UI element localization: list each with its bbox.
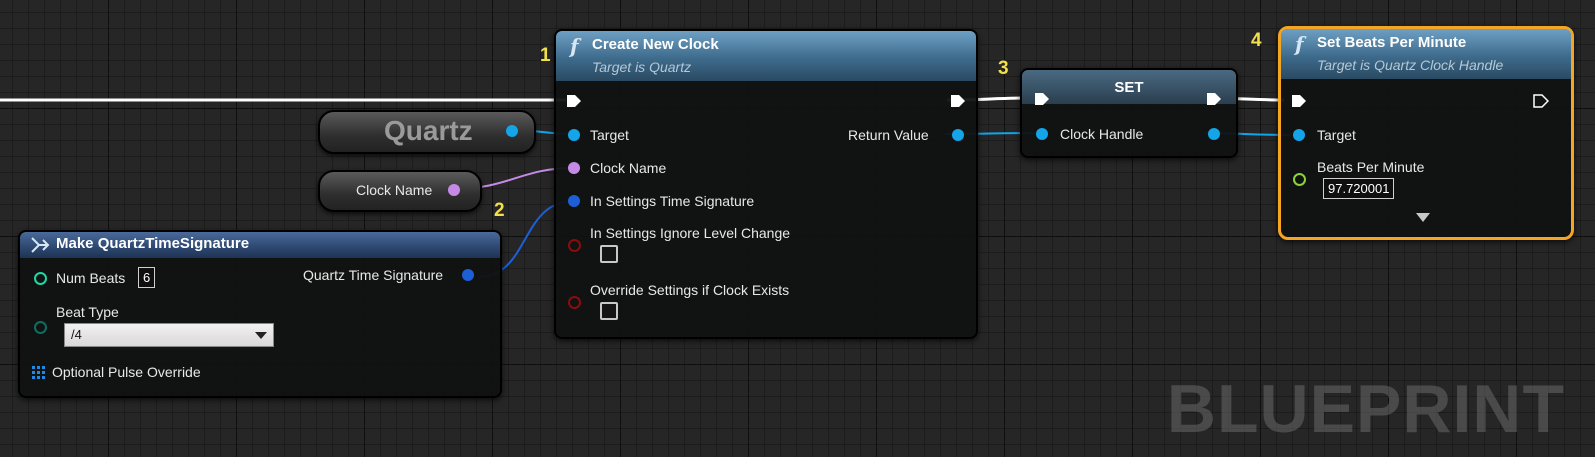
override-settings-checkbox[interactable]: [600, 302, 618, 320]
function-icon: f: [570, 34, 579, 58]
array-grid-icon[interactable]: [32, 366, 46, 380]
chevron-down-icon: [255, 332, 267, 339]
beat-type-dropdown[interactable]: /4: [64, 323, 274, 347]
clock-name-output-pin[interactable]: [448, 184, 460, 196]
node-header: SET: [1022, 70, 1236, 104]
quartz-output-pin[interactable]: [506, 125, 518, 137]
bpm-label: Beats Per Minute: [1317, 159, 1425, 175]
override-settings-pin[interactable]: [568, 296, 581, 309]
node-header: f Set Beats Per Minute Target is Quartz …: [1281, 29, 1571, 79]
clock-name-label: Clock Name: [590, 160, 667, 176]
beat-type-pin[interactable]: [34, 321, 47, 334]
clock-handle-input-pin[interactable]: [1036, 128, 1048, 140]
pulse-override-label: Optional Pulse Override: [52, 364, 201, 380]
create-new-clock-node[interactable]: f Create New Clock Target is Quartz Targ…: [554, 29, 978, 339]
step-number-3: 3: [998, 58, 1009, 79]
step-number-2: 2: [494, 200, 505, 221]
num-beats-pin[interactable]: [34, 272, 47, 285]
beat-type-selected-value: /4: [71, 327, 82, 342]
num-beats-label: Num Beats: [56, 270, 126, 286]
node-title: Create New Clock: [592, 36, 719, 53]
return-value-label: Return Value: [848, 127, 929, 143]
clock-handle-output-pin[interactable]: [1208, 128, 1220, 140]
node-title: SET: [1114, 79, 1144, 96]
clock-handle-label: Clock Handle: [1060, 126, 1144, 142]
node-header: Make QuartzTimeSignature: [20, 232, 500, 258]
clock-name-reference-node[interactable]: Clock Name: [318, 170, 482, 212]
target-input-pin[interactable]: [568, 129, 580, 141]
quartz-time-signature-output-pin[interactable]: [462, 269, 474, 281]
override-settings-label: Override Settings if Clock Exists: [590, 282, 790, 298]
node-subtitle: Target is Quartz Clock Handle: [1317, 57, 1504, 73]
node-title: Set Beats Per Minute: [1317, 34, 1467, 51]
set-beats-per-minute-node[interactable]: f Set Beats Per Minute Target is Quartz …: [1278, 26, 1574, 240]
node-subtitle: Target is Quartz: [592, 59, 692, 75]
target-label: Target: [1317, 127, 1356, 143]
quartz-reference-label: Quartz: [384, 115, 473, 146]
expand-arrow-icon[interactable]: [1416, 213, 1430, 222]
num-beats-input[interactable]: 6: [138, 267, 156, 288]
set-variable-node[interactable]: SET Clock Handle: [1020, 68, 1238, 158]
quartz-reference-node[interactable]: Quartz: [318, 110, 536, 154]
beat-type-label: Beat Type: [56, 304, 119, 320]
bpm-input[interactable]: 97.720001: [1323, 178, 1395, 199]
exec-output-pin[interactable]: [950, 94, 966, 108]
exec-input-pin[interactable]: [566, 94, 582, 108]
ignore-level-change-pin[interactable]: [568, 239, 581, 252]
exec-output-pin[interactable]: [1533, 94, 1549, 108]
bpm-input-pin[interactable]: [1293, 173, 1306, 186]
make-quartz-time-signature-node[interactable]: Make QuartzTimeSignature Num Beats 6 Bea…: [18, 230, 502, 398]
node-title: Make QuartzTimeSignature: [56, 235, 250, 252]
clock-name-reference-label: Clock Name: [356, 182, 433, 198]
node-header: f Create New Clock Target is Quartz: [556, 31, 976, 81]
exec-input-pin[interactable]: [1034, 92, 1050, 106]
step-number-4: 4: [1251, 30, 1262, 51]
target-input-pin[interactable]: [1293, 129, 1305, 141]
clock-name-input-pin[interactable]: [568, 162, 580, 174]
target-label: Target: [590, 127, 629, 143]
ignore-level-change-label: In Settings Ignore Level Change: [590, 225, 791, 241]
exec-output-pin[interactable]: [1206, 92, 1222, 106]
time-signature-label: In Settings Time Signature: [590, 193, 755, 209]
quartz-time-signature-output-label: Quartz Time Signature: [303, 267, 444, 283]
exec-input-pin[interactable]: [1291, 94, 1307, 108]
ignore-level-change-checkbox[interactable]: [600, 245, 618, 263]
function-icon: f: [1295, 32, 1304, 56]
make-struct-icon: [31, 237, 50, 253]
step-number-1: 1: [540, 45, 551, 66]
blueprint-watermark: BLUEPRINT: [1166, 371, 1565, 447]
time-signature-input-pin[interactable]: [568, 195, 580, 207]
return-value-output-pin[interactable]: [952, 129, 964, 141]
